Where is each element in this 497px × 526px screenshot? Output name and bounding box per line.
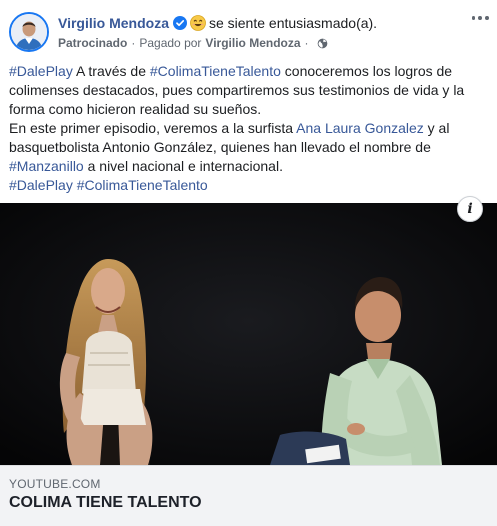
author-name-link[interactable]: Virgilio Mendoza [58, 15, 169, 31]
link-preview-footer[interactable]: YOUTUBE.COM COLIMA TIENE TALENTO [0, 465, 497, 526]
feeling-text: se siente entusiasmado(a). [208, 15, 378, 31]
hashtag-daleplay-link-2[interactable]: #DalePlay [9, 177, 73, 193]
author-line: Virgilio Mendoza se siente entusiasmado(… [58, 14, 377, 32]
meta-separator-2: · [304, 36, 309, 50]
hashtag-daleplay-link[interactable]: #DalePlay [9, 63, 73, 79]
sponsored-post: Virgilio Mendoza se siente entusiasmado(… [0, 0, 497, 526]
more-dot-2 [478, 16, 482, 20]
more-options-button[interactable] [470, 8, 490, 28]
post-meta: Patrocinado · Pagado por Virgilio Mendoz… [58, 35, 328, 51]
ad-info-button[interactable]: i [457, 196, 483, 222]
more-dot-1 [471, 16, 476, 20]
hashtag-colimatienetalento-link[interactable]: #ColimaTieneTalento [150, 63, 281, 79]
post-header: Virgilio Mendoza se siente entusiasmado(… [0, 0, 497, 60]
hashtag-manzanillo-link[interactable]: #Manzanillo [9, 158, 84, 174]
tag-ana-laura-gonzalez-link[interactable]: Ana Laura Gonzalez [296, 120, 424, 136]
globe-icon[interactable] [317, 38, 328, 49]
verified-badge-icon [172, 16, 187, 30]
smiling-emoji-icon [190, 15, 206, 31]
post-text-span: a nivel nacional e internacional. [83, 158, 283, 174]
hashtag-colimatienetalento-link-2[interactable]: #ColimaTieneTalento [77, 177, 208, 193]
post-text-span: En este primer episodio, veremos a la su… [9, 120, 297, 136]
post-paragraph-1: #DalePlay A través de #ColimaTieneTalent… [9, 62, 489, 119]
author-avatar[interactable] [9, 12, 49, 52]
avatar-portrait-icon [11, 14, 47, 50]
interview-scene-image [0, 203, 497, 465]
more-dot-3 [484, 16, 489, 20]
video-thumbnail[interactable] [0, 203, 497, 465]
post-paragraph-3: #DalePlay #ColimaTieneTalento [9, 176, 489, 195]
paid-by-prefix: Pagado por [139, 36, 202, 50]
link-preview-domain: YOUTUBE.COM [9, 477, 101, 491]
meta-separator: · [131, 36, 136, 50]
paid-by-name[interactable]: Virgilio Mendoza [205, 36, 300, 50]
post-message: #DalePlay A través de #ColimaTieneTalent… [9, 62, 489, 195]
link-preview-title[interactable]: COLIMA TIENE TALENTO [9, 494, 202, 512]
sponsored-label[interactable]: Patrocinado [58, 36, 127, 50]
post-paragraph-2: En este primer episodio, veremos a la su… [9, 119, 489, 176]
post-text-span: A través de [72, 63, 150, 79]
